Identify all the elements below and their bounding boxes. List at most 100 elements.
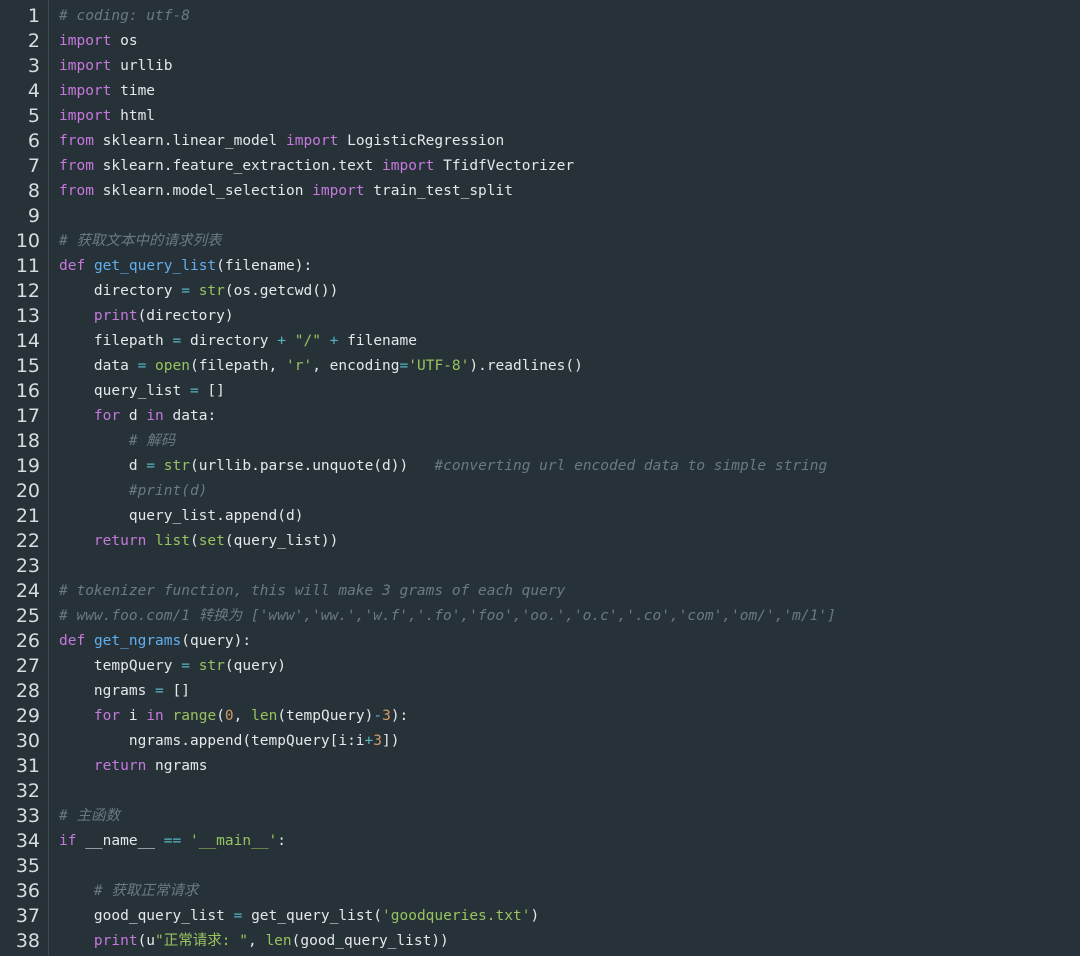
code-line[interactable]: 9 bbox=[0, 204, 1080, 229]
code-token: tempQuery bbox=[59, 658, 182, 674]
code-token: ngrams bbox=[146, 758, 208, 774]
code-line[interactable]: 19 d = str(urllib.parse.unquote(d)) #con… bbox=[0, 454, 1080, 479]
code-line[interactable]: 29 for i in range(0, len(tempQuery)-3): bbox=[0, 704, 1080, 729]
code-token: data: bbox=[163, 408, 217, 424]
code-token: (query): bbox=[181, 633, 252, 649]
code-token: #converting url encoded data to simple s… bbox=[434, 458, 828, 474]
code-line[interactable]: 4 import time bbox=[0, 79, 1080, 104]
code-line[interactable]: 31 return ngrams bbox=[0, 754, 1080, 779]
line-number: 26 bbox=[15, 630, 40, 652]
code-line[interactable]: 20 #print(d) bbox=[0, 479, 1080, 504]
code-text: from sklearn.model_selection import trai… bbox=[59, 179, 513, 204]
code-line[interactable]: 27 tempQuery = str(query) bbox=[0, 654, 1080, 679]
code-token: (query) bbox=[224, 658, 286, 674]
code-token: os bbox=[111, 33, 138, 49]
code-line[interactable]: 6 from sklearn.linear_model import Logist… bbox=[0, 129, 1080, 154]
code-line[interactable]: 24 # tokenizer function, this will make 3… bbox=[0, 579, 1080, 604]
code-line[interactable]: 10 # 获取文本中的请求列表 bbox=[0, 229, 1080, 254]
code-editor[interactable]: 1 # coding: utf-8 2 import os 3 import urllib… bbox=[0, 0, 1080, 956]
code-token: __name__ bbox=[76, 833, 164, 849]
code-token: print bbox=[93, 308, 138, 324]
line-number: 15 bbox=[15, 355, 40, 377]
code-line[interactable]: 3 import urllib bbox=[0, 54, 1080, 79]
code-token: 'r' bbox=[286, 358, 313, 374]
code-token: html bbox=[111, 108, 156, 124]
code-token: import bbox=[59, 58, 112, 74]
code-line[interactable]: 1 # coding: utf-8 bbox=[0, 4, 1080, 29]
code-token: set bbox=[198, 533, 225, 549]
code-text: ngrams.append(tempQuery[i:i+3]) bbox=[59, 729, 400, 754]
code-text: # tokenizer function, this will make 3 g… bbox=[59, 579, 565, 604]
code-text: #print(d) bbox=[59, 479, 208, 504]
code-text: return ngrams bbox=[59, 754, 208, 779]
code-line[interactable]: 28 ngrams = [] bbox=[0, 679, 1080, 704]
code-line[interactable]: 21 query_list.append(d) bbox=[0, 504, 1080, 529]
line-number: 13 bbox=[15, 305, 40, 327]
code-line[interactable]: 25 # www.foo.com/1 转换为 ['www','ww.','w.f'… bbox=[0, 604, 1080, 629]
code-line[interactable]: 16 query_list = [] bbox=[0, 379, 1080, 404]
code-token: open bbox=[155, 358, 190, 374]
code-line[interactable]: 33 # 主函数 bbox=[0, 804, 1080, 829]
code-token: = bbox=[137, 358, 147, 374]
code-line[interactable]: 7 from sklearn.feature_extraction.text im… bbox=[0, 154, 1080, 179]
code-token: ).readlines() bbox=[469, 358, 583, 374]
code-text: for d in data: bbox=[59, 404, 216, 429]
code-line[interactable]: 32 bbox=[0, 779, 1080, 804]
code-token: , bbox=[247, 933, 266, 949]
code-line[interactable]: 11 def get_query_list(filename): bbox=[0, 254, 1080, 279]
code-token: in bbox=[146, 408, 164, 424]
code-line[interactable]: 22 return list(set(query_list)) bbox=[0, 529, 1080, 554]
code-text: filepath = directory + "/" + filename bbox=[59, 329, 417, 354]
line-number: 22 bbox=[15, 530, 40, 552]
code-token: # tokenizer function, this will make 3 g… bbox=[59, 583, 566, 599]
code-text: return list(set(query_list)) bbox=[59, 529, 338, 554]
code-text: print(directory) bbox=[59, 304, 234, 329]
code-line[interactable]: 8 from sklearn.model_selection import tra… bbox=[0, 179, 1080, 204]
code-line[interactable]: 37 good_query_list = get_query_list('goo… bbox=[0, 904, 1080, 929]
code-token: + bbox=[277, 333, 286, 349]
code-line[interactable]: 23 bbox=[0, 554, 1080, 579]
code-line[interactable]: 35 bbox=[0, 854, 1080, 879]
code-line[interactable]: 5 import html bbox=[0, 104, 1080, 129]
code-text: if __name__ == '__main__': bbox=[59, 829, 286, 854]
code-token: str bbox=[198, 658, 225, 674]
line-number: 29 bbox=[15, 705, 40, 727]
code-line[interactable]: 38 print(u"正常请求: ", len(good_query_list)… bbox=[0, 929, 1080, 954]
code-text: # coding: utf-8 bbox=[59, 4, 190, 29]
code-line[interactable]: 26 def get_ngrams(query): bbox=[0, 629, 1080, 654]
code-token: ngrams bbox=[59, 683, 156, 699]
code-line[interactable]: 12 directory = str(os.getcwd()) bbox=[0, 279, 1080, 304]
code-token: TfidfVectorizer bbox=[434, 158, 575, 174]
code-token: # 主函数 bbox=[59, 808, 120, 824]
code-text: for i in range(0, len(tempQuery)-3): bbox=[59, 704, 408, 729]
code-line[interactable]: 34 if __name__ == '__main__': bbox=[0, 829, 1080, 854]
code-line[interactable]: 14 filepath = directory + "/" + filename bbox=[0, 329, 1080, 354]
code-token: query_list bbox=[59, 383, 190, 399]
code-token: data bbox=[59, 358, 138, 374]
code-line[interactable]: 30 ngrams.append(tempQuery[i:i+3]) bbox=[0, 729, 1080, 754]
code-line[interactable]: 13 print(directory) bbox=[0, 304, 1080, 329]
code-token: = bbox=[399, 358, 409, 374]
code-token: (urllib.parse.unquote(d)) bbox=[189, 458, 435, 474]
line-number: 14 bbox=[15, 330, 40, 352]
line-number: 12 bbox=[15, 280, 40, 302]
code-line[interactable]: 18 # 解码 bbox=[0, 429, 1080, 454]
code-token: 'goodqueries.txt' bbox=[382, 908, 531, 924]
code-token: LogisticRegression bbox=[338, 133, 505, 149]
code-line[interactable]: 15 data = open(filepath, 'r', encoding='… bbox=[0, 354, 1080, 379]
line-number: 2 bbox=[27, 30, 40, 52]
code-text: good_query_list = get_query_list('goodqu… bbox=[59, 904, 539, 929]
line-number: 36 bbox=[15, 880, 40, 902]
code-token: + bbox=[364, 733, 374, 749]
code-token: 3 bbox=[373, 733, 383, 749]
code-line[interactable]: 36 # 获取正常请求 bbox=[0, 879, 1080, 904]
code-line[interactable]: 17 for d in data: bbox=[0, 404, 1080, 429]
code-token: , bbox=[233, 708, 252, 724]
code-line[interactable]: 2 import os bbox=[0, 29, 1080, 54]
code-token: ( bbox=[189, 533, 199, 549]
